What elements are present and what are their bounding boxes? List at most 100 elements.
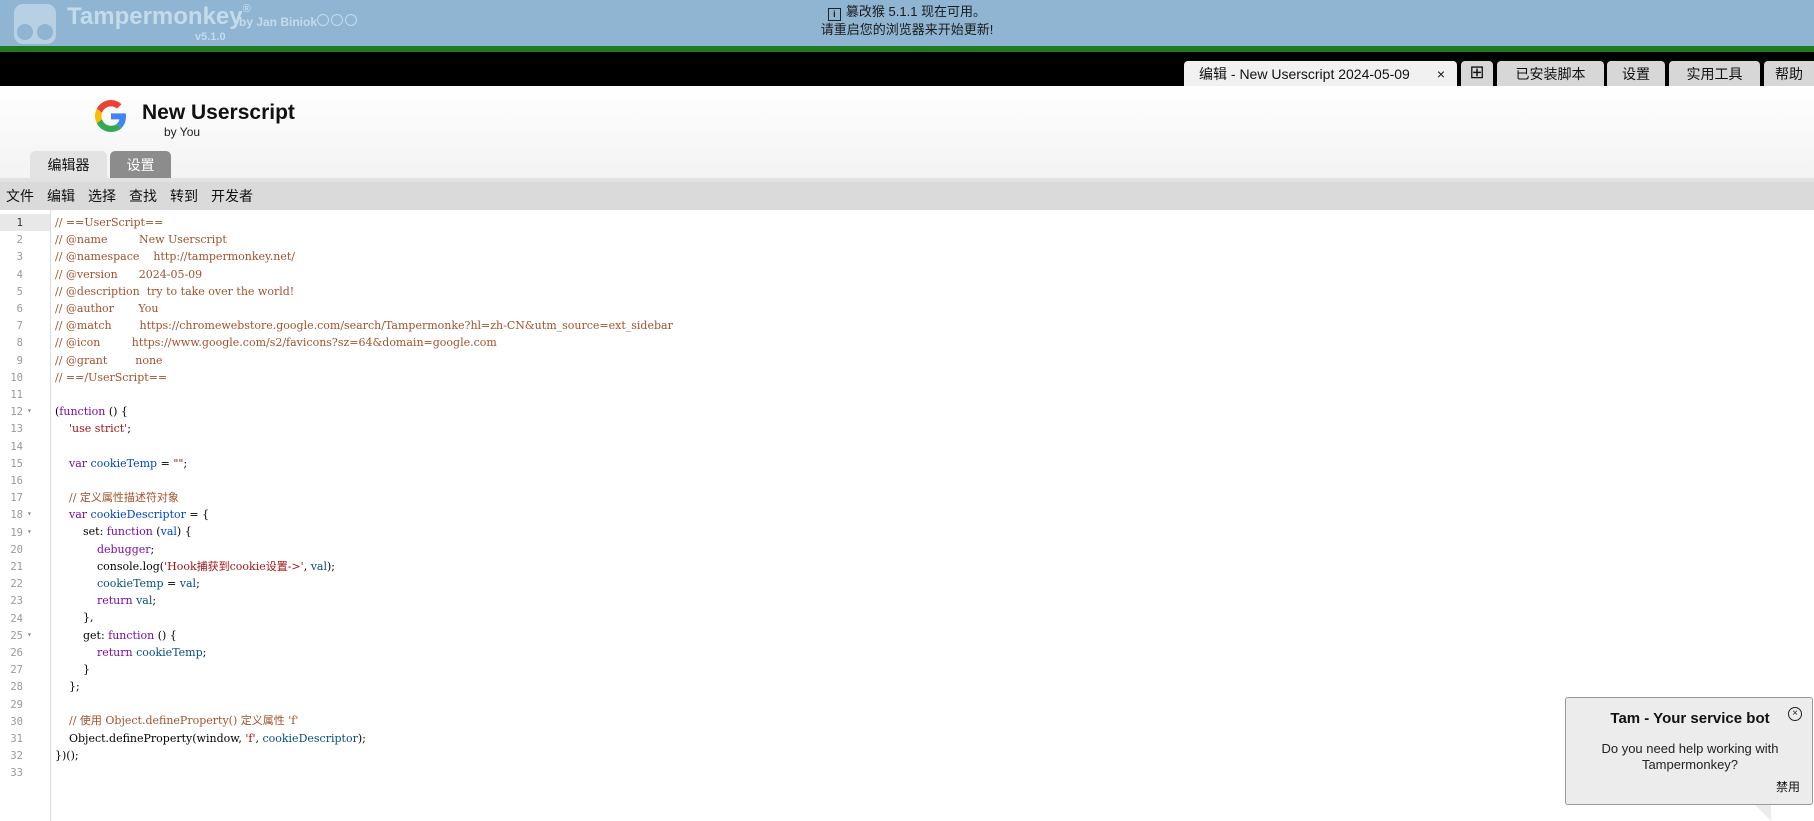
line-number: 5 [16, 285, 23, 298]
bot-disable-link[interactable]: 禁用 [1776, 778, 1800, 795]
menu-edit[interactable]: 编辑 [41, 182, 82, 210]
fold-toggle-icon[interactable]: ▾ [27, 527, 32, 536]
subtab-editor[interactable]: 编辑器 [30, 151, 107, 178]
script-author: by You [164, 125, 201, 139]
code-line: // @grant none [55, 353, 163, 367]
line-number: 31 [10, 733, 23, 745]
line-number: 2 [16, 234, 23, 247]
code-line: // 使用 Object.defineProperty() 定义属性 'f' [55, 714, 299, 728]
bot-bubble-tail [1755, 805, 1771, 821]
line-number: 9 [16, 354, 23, 367]
add-icon: ⊞ [1469, 62, 1485, 82]
code-line: // @name New Userscript [55, 233, 227, 247]
line-number: 18 ▾ [10, 509, 32, 522]
line-number: 6 [16, 303, 23, 315]
menu-developer[interactable]: 开发者 [205, 182, 260, 210]
line-number: 13 [10, 423, 23, 436]
code-line: return val; [96, 594, 157, 608]
line-number: 1 [0, 214, 50, 232]
update-notice-line1: 篡改猴 5.1.1 现在可用。 [845, 4, 987, 19]
line-number: 14 [10, 440, 23, 453]
code-line: // ==UserScript== [55, 216, 164, 229]
script-title: New Userscript [142, 101, 295, 124]
code-line: (function () { [55, 405, 128, 419]
code-content[interactable]: // ==UserScript== // @name New Userscript… [55, 214, 673, 781]
service-bot-popup: Tam - Your service bot × Do you need hel… [1565, 697, 1813, 805]
code-line: // @match https://chromewebstore.google.… [55, 319, 673, 333]
line-number: 15 [10, 457, 23, 470]
tab-installed-scripts[interactable]: 已安装脚本 [1497, 61, 1604, 86]
new-script-button[interactable]: ⊞ [1461, 61, 1493, 86]
line-number: 11 [10, 389, 23, 401]
tab-edit-script[interactable]: 编辑 - New Userscript 2024-05-09 × [1184, 61, 1457, 86]
google-icon [95, 100, 126, 132]
code-line: var cookieTemp = ""; [69, 456, 188, 470]
line-number-gutter: 1 2 3 4 5 6 7 8 9 10 11 12 ▾ 13 14 15 16 17 18 ▾ 19 ▾ 20 21 22 23… [0, 210, 51, 821]
line-number: 25 ▾ [10, 629, 32, 642]
line-number: 16 [10, 475, 23, 487]
close-icon[interactable]: × [1788, 707, 1802, 721]
line-number: 29 [10, 698, 23, 711]
menu-goto[interactable]: 转到 [164, 182, 205, 210]
line-number: 33 [10, 767, 23, 780]
line-number: 30 [10, 715, 23, 728]
code-line: return cookieTemp; [96, 645, 207, 659]
menu-select[interactable]: 选择 [82, 182, 123, 210]
update-notice: i 篡改猴 5.1.1 现在可用。 请重启您的浏览器来开始更新! [0, 3, 1814, 38]
tab-settings[interactable]: 设置 [1607, 61, 1665, 86]
close-icon[interactable]: × [1437, 61, 1445, 87]
bot-message: Do you need help working with Tampermonk… [1601, 741, 1779, 772]
tab-utilities[interactable]: 实用工具 [1669, 61, 1760, 86]
line-number: 28 [10, 681, 23, 694]
line-number: 10 [10, 371, 23, 384]
code-line: } [55, 662, 90, 676]
line-number: 22 [10, 578, 23, 591]
line-number: 27 [10, 664, 23, 677]
menu-find[interactable]: 查找 [123, 182, 164, 210]
code-line: debugger; [96, 542, 155, 556]
line-number: 17 [10, 492, 23, 505]
code-line: console.log('Hook捕获到cookie设置->', val); [55, 559, 335, 573]
code-line: // @author You [55, 301, 159, 315]
line-number: 23 [10, 595, 23, 608]
line-number: 20 [10, 543, 23, 556]
code-line: }, [55, 611, 94, 625]
code-line: // 定义属性描述符对象 [55, 491, 179, 504]
code-line: // @version 2024-05-09 [55, 267, 203, 281]
line-number: 32 [10, 750, 23, 763]
code-line: // @icon https://www.google.com/s2/favic… [55, 336, 497, 350]
tab-help[interactable]: 帮助 [1764, 61, 1814, 86]
fold-toggle-icon[interactable]: ▾ [27, 509, 32, 518]
line-number: 4 [16, 268, 23, 281]
code-line: get: function () { [55, 628, 177, 642]
fold-toggle-icon[interactable]: ▾ [27, 406, 32, 415]
menu-file[interactable]: 文件 [0, 182, 41, 210]
update-notice-line2: 请重启您的浏览器来开始更新! [820, 22, 994, 37]
tab-edit-label: 编辑 - New Userscript 2024-05-09 [1199, 66, 1410, 82]
fold-toggle-icon[interactable]: ▾ [27, 630, 32, 639]
line-number: 12 ▾ [10, 406, 32, 419]
code-line: Object.defineProperty(window, 'f', cooki… [55, 731, 366, 745]
code-line: 'use strict'; [69, 422, 131, 436]
line-number: 24 [10, 612, 23, 625]
code-line: })(); [55, 748, 79, 762]
script-header [0, 86, 1814, 178]
line-number: 3 [16, 251, 23, 264]
line-number: 21 [10, 561, 23, 573]
line-number: 8 [16, 337, 23, 350]
code-line: // @description try to take over the wor… [55, 284, 295, 298]
top-header: Tampermonkey® by Jan Biniok v5.1.0 i 篡改猴 … [0, 0, 1814, 46]
bot-title: Tam - Your service bot [1610, 710, 1770, 727]
line-number: 7 [16, 320, 23, 333]
subtab-settings[interactable]: 设置 [110, 151, 171, 178]
line-number: 26 [10, 647, 23, 659]
line-number: 19 ▾ [10, 526, 32, 539]
code-line: // ==/UserScript== [55, 370, 168, 384]
code-editor[interactable]: 1 2 3 4 5 6 7 8 9 10 11 12 ▾ 13 14 15 16 17 18 ▾ 19 ▾ 20 21 22 23… [0, 210, 1814, 821]
code-line: // @namespace http://tampermonkey.net/ [55, 250, 295, 264]
